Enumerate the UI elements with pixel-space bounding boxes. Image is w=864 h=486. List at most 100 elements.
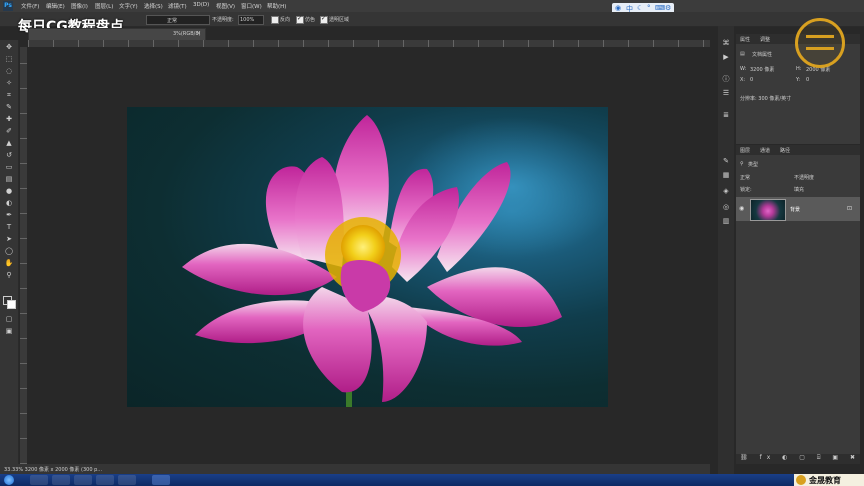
menu-file[interactable]: 文件(F) xyxy=(21,2,39,10)
text-icon[interactable]: T xyxy=(4,222,14,232)
move-icon[interactable]: ✥ xyxy=(4,42,14,52)
menu-image[interactable]: 图像(I) xyxy=(71,2,88,10)
zoom-icon[interactable]: ⚲ xyxy=(4,270,14,280)
height-label: H: xyxy=(796,66,802,72)
styles-panel-icon[interactable]: ▥ xyxy=(721,216,731,226)
ime-keyboard-icon[interactable]: ⌨ xyxy=(655,4,665,12)
gradient-icon[interactable]: ▤ xyxy=(4,174,14,184)
y-value[interactable]: 0 xyxy=(806,77,809,83)
menu-window[interactable]: 窗口(W) xyxy=(241,2,262,10)
taskbar-app-folder[interactable] xyxy=(96,475,114,485)
history-brush-icon[interactable]: ↺ xyxy=(4,150,14,160)
path-select-icon[interactable]: ➤ xyxy=(4,234,14,244)
tab-paths[interactable]: 路径 xyxy=(780,147,790,154)
eye-icon[interactable]: ◉ xyxy=(739,205,744,212)
properties-panel-icon[interactable]: ⓘ xyxy=(721,74,731,84)
close-icon[interactable]: × xyxy=(196,30,201,37)
properties-title: 文档属性 xyxy=(752,52,773,58)
tab-adjustments[interactable]: 调整 xyxy=(760,36,770,43)
layer-opacity-label: 不透明度 xyxy=(794,175,815,181)
y-label: Y: xyxy=(796,77,801,83)
options-bar: 正常 不透明度: 100% 反向 仿色 透明区域 xyxy=(0,12,864,27)
status-text: 33.33% 3200 像素 x 2000 像素 (300 p... xyxy=(4,467,103,473)
quick-mask-icon[interactable]: ▢ xyxy=(4,314,14,324)
status-bar: 33.33% 3200 像素 x 2000 像素 (300 p... xyxy=(0,464,710,474)
document-properties-icon: ▤ xyxy=(740,51,745,57)
menu-help[interactable]: 帮助(H) xyxy=(267,2,286,10)
background-color-swatch[interactable] xyxy=(7,300,16,309)
tab-channels[interactable]: 通道 xyxy=(760,147,770,154)
stamp-icon[interactable]: ▲ xyxy=(4,138,14,148)
ime-punct-icon[interactable]: ° xyxy=(647,4,651,12)
paths-panel-icon[interactable]: ◎ xyxy=(721,202,731,212)
tools-panel: ✥ ⬚ ◌ ✧ ⌗ ✎ ✚ ✐ ▲ ↺ ▭ ▤ ● ◐ ✒ T ➤ ◯ ✋ ⚲ … xyxy=(0,40,19,464)
pen-icon[interactable]: ✒ xyxy=(4,210,14,220)
channels-panel-icon[interactable]: ≣ xyxy=(721,110,731,120)
ime-moon-icon[interactable]: ☾ xyxy=(637,4,643,12)
lasso-icon[interactable]: ◌ xyxy=(4,66,14,76)
brush-panel-icon[interactable]: ✎ xyxy=(721,156,731,166)
menu-view[interactable]: 视图(V) xyxy=(216,2,235,10)
taskbar-app-media[interactable] xyxy=(74,475,92,485)
x-label: X: xyxy=(740,77,746,83)
screen-mode-icon[interactable]: ▣ xyxy=(4,326,14,336)
reverse-label: 反向 xyxy=(280,17,291,23)
taskbar-app-browser[interactable] xyxy=(52,475,70,485)
lock-icon[interactable]: ⊡ xyxy=(847,205,852,212)
hand-icon[interactable]: ✋ xyxy=(4,258,14,268)
x-value[interactable]: 0 xyxy=(750,77,753,83)
vertical-ruler[interactable] xyxy=(20,47,27,464)
transparency-checkbox[interactable] xyxy=(320,15,328,24)
taskbar-app-photoshop[interactable] xyxy=(152,475,170,485)
history-panel-icon[interactable]: ⌘ xyxy=(721,38,731,48)
magic-wand-icon[interactable]: ✧ xyxy=(4,78,14,88)
taskbar-app-ie[interactable] xyxy=(118,475,136,485)
width-value[interactable]: 3200 像素 xyxy=(750,66,774,73)
adjustments-panel-icon[interactable]: ☰ xyxy=(721,88,731,98)
reverse-checkbox[interactable] xyxy=(271,16,279,24)
windows-taskbar xyxy=(0,474,794,486)
fill-label: 填充 xyxy=(794,187,805,193)
menu-type[interactable]: 文字(Y) xyxy=(119,2,138,10)
taskbar-app-explorer[interactable] xyxy=(30,475,48,485)
start-button[interactable] xyxy=(4,475,14,485)
blur-icon[interactable]: ● xyxy=(4,186,14,196)
opacity-label: 不透明度: xyxy=(212,17,234,23)
menu-3d[interactable]: 3D(D) xyxy=(193,2,209,8)
menu-edit[interactable]: 编辑(E) xyxy=(46,2,65,10)
brand-text: 金晟教育 xyxy=(809,476,841,485)
menu-filter[interactable]: 滤镜(T) xyxy=(168,2,187,10)
document-canvas[interactable] xyxy=(127,107,608,407)
healing-icon[interactable]: ✚ xyxy=(4,114,14,124)
layer-thumbnail xyxy=(750,199,786,221)
mode-select[interactable]: 正常 xyxy=(146,15,210,25)
tab-properties[interactable]: 属性 xyxy=(740,36,750,43)
menu-layer[interactable]: 图层(L) xyxy=(95,2,113,10)
marquee-icon[interactable]: ⬚ xyxy=(4,54,14,64)
layer-row-background[interactable]: ◉ 背景 ⊡ xyxy=(736,197,860,221)
ime-settings-icon[interactable]: ⚙ xyxy=(665,4,671,12)
layers-footer-icons[interactable]: ⛓ fx ◐ ▢ ⌸ ▣ ✖ xyxy=(736,454,860,464)
layers-panel-icon[interactable]: ◈ xyxy=(721,186,731,196)
eraser-icon[interactable]: ▭ xyxy=(4,162,14,172)
layer-kind-filter[interactable]: 类型 xyxy=(748,161,758,168)
layers-panel: 图层 通道 路径 ⚲ 类型 正常 不透明度 锁定: 填充 ◉ 背景 ⊡ ⛓ fx… xyxy=(736,145,860,464)
photoshop-logo: Ps xyxy=(3,1,13,11)
brush-icon[interactable]: ✐ xyxy=(4,126,14,136)
transparency-label: 透明区域 xyxy=(329,17,350,23)
shape-icon[interactable]: ◯ xyxy=(4,246,14,256)
horizontal-ruler[interactable] xyxy=(28,40,710,47)
ime-logo-icon: ◉ xyxy=(615,4,622,12)
lotus-photo xyxy=(182,115,608,407)
dodge-icon[interactable]: ◐ xyxy=(4,198,14,208)
menu-select[interactable]: 选择(S) xyxy=(144,2,163,10)
opacity-value: 100% xyxy=(240,17,255,23)
dither-checkbox[interactable] xyxy=(296,15,304,24)
swatches-panel-icon[interactable]: ▦ xyxy=(721,170,731,180)
opacity-input[interactable]: 100% xyxy=(238,15,264,25)
eyedropper-icon[interactable]: ✎ xyxy=(4,102,14,112)
blend-mode-select[interactable]: 正常 xyxy=(740,174,750,181)
crop-icon[interactable]: ⌗ xyxy=(4,90,14,100)
tab-layers[interactable]: 图层 xyxy=(740,147,750,154)
actions-panel-icon[interactable]: ▶ xyxy=(721,52,731,62)
